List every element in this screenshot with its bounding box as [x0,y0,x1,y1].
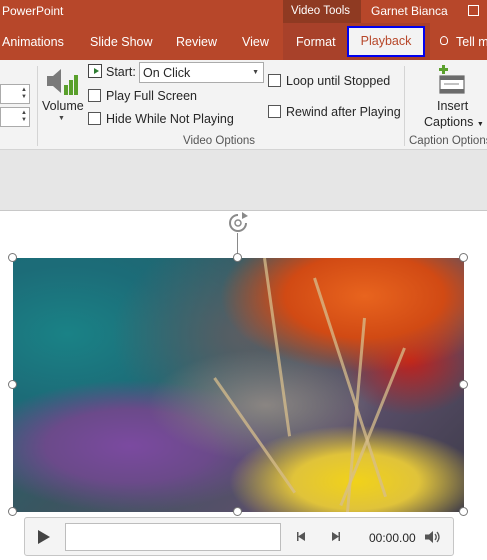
group-divider [404,66,405,146]
captions-dropdown-arrow-icon[interactable]: ▼ [477,121,484,128]
rotate-handle-connector [237,233,238,255]
group-divider [37,66,38,146]
spinner-arrows-icon[interactable]: ▲ ▼ [21,87,27,101]
resize-handle-top-right[interactable] [459,253,468,262]
tab-slide-show[interactable]: Slide Show [90,35,153,49]
video-frame[interactable] [13,258,464,512]
start-dropdown-value: On Click [143,66,191,80]
tab-view[interactable]: View [242,35,269,49]
captions-text[interactable]: Captions [424,115,473,129]
spinner-arrows-icon[interactable]: ▲ ▼ [21,110,27,124]
caption-options-group-label: Caption Options [409,135,487,147]
insert-captions-label[interactable]: Insert [437,99,468,113]
resize-handle-bottom-left[interactable] [8,507,17,516]
hide-while-not-playing-label[interactable]: Hide While Not Playing [106,112,234,126]
rewind-after-playing-label[interactable]: Rewind after Playing [286,105,401,119]
insert-captions-label-line2[interactable]: Captions ▼ [424,115,484,129]
tell-me-search[interactable]: Tell m [456,35,487,49]
video-options-group-label: Video Options [183,135,256,147]
ribbon-playback: ▲ ▼ ▲ ▼ Volume ▼ Start: On Click ▼ Play Fu… [0,60,487,150]
resize-handle-left[interactable] [8,380,17,389]
loop-until-stopped-checkbox[interactable] [268,74,281,87]
ribbon-display-options-icon[interactable] [468,5,479,16]
rotate-handle-icon[interactable] [227,212,249,234]
step-forward-icon[interactable] [330,531,341,542]
hide-while-not-playing-checkbox[interactable] [88,112,101,125]
context-group-label: Video Tools [291,5,351,17]
volume-icon[interactable] [45,66,79,98]
workspace-background [0,150,487,210]
play-full-screen-checkbox[interactable] [88,89,101,102]
resize-handle-top[interactable] [233,253,242,262]
rewind-after-playing-checkbox[interactable] [268,105,281,118]
speaker-icon[interactable] [424,530,442,544]
insert-captions-icon[interactable] [437,65,465,95]
start-label: Start: [106,65,136,79]
loop-until-stopped-label[interactable]: Loop until Stopped [286,74,390,88]
app-title: PowerPoint [2,4,64,18]
tab-review[interactable]: Review [176,35,217,49]
start-dropdown[interactable]: On Click ▼ [139,62,264,83]
lightbulb-icon [440,36,448,45]
resize-handle-right[interactable] [459,380,468,389]
volume-button-label[interactable]: Volume [42,99,84,113]
playback-timeline[interactable] [65,523,281,551]
playback-time: 00:00.00 [369,531,416,545]
user-name[interactable]: Garnet Bianca [371,4,448,18]
tab-playback[interactable]: Playback [347,26,425,57]
play-full-screen-label[interactable]: Play Full Screen [106,89,197,103]
video-tools-context-label: Video Tools [283,0,361,23]
volume-dropdown-arrow-icon[interactable]: ▼ [58,115,65,122]
resize-handle-bottom-right[interactable] [459,507,468,516]
title-bar: PowerPoint Video Tools Garnet Bianca [0,0,487,23]
resize-handle-bottom[interactable] [233,507,242,516]
fade-out-spinner[interactable]: ▲ ▼ [0,107,30,127]
play-icon[interactable] [38,530,50,544]
resize-handle-top-left[interactable] [8,253,17,262]
ribbon-tab-bar: Animations Slide Show Review View Format… [0,23,487,60]
video-player-controls: 00:00.00 [24,517,454,556]
chevron-down-icon[interactable]: ▼ [252,69,259,76]
plant-stem-decoration [339,347,406,507]
start-icon [88,64,102,78]
tab-format[interactable]: Format [296,35,336,49]
step-back-icon[interactable] [296,531,307,542]
fade-in-spinner[interactable]: ▲ ▼ [0,84,30,104]
plant-stem-decoration [263,258,292,437]
tab-animations[interactable]: Animations [2,35,64,49]
